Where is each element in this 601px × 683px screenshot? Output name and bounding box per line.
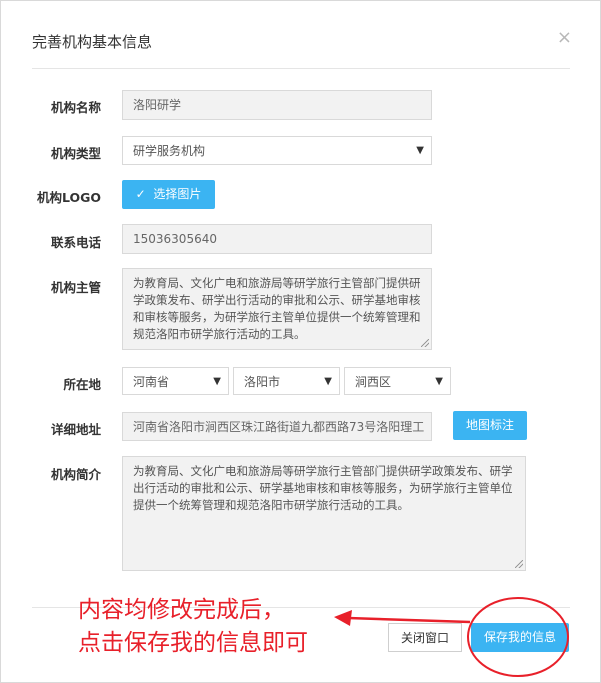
annotation-circle bbox=[467, 597, 569, 677]
annotation-arrow bbox=[334, 610, 471, 626]
annotation-overlay bbox=[334, 597, 569, 677]
